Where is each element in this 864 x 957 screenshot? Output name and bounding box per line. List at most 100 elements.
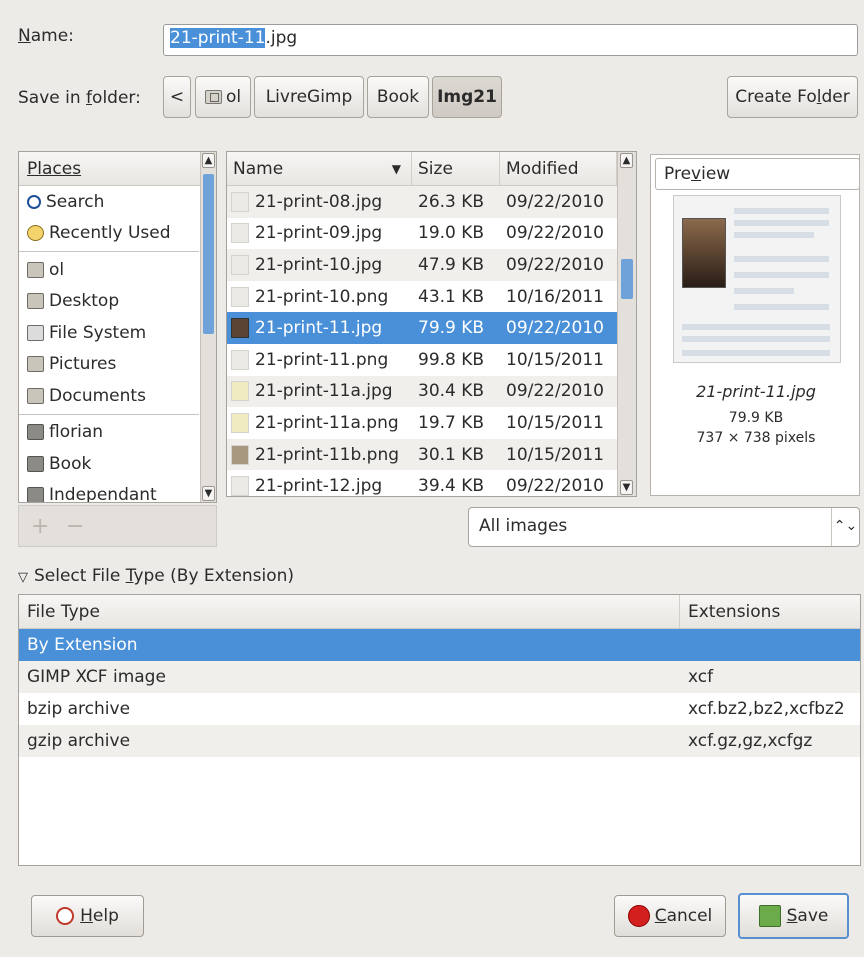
file-type-row[interactable]: GIMP XCF image xcf	[19, 661, 860, 693]
save-button[interactable]: Save	[738, 893, 849, 939]
file-row[interactable]: 21-print-11a.jpg 30.4 KB 09/22/2010	[227, 375, 617, 408]
file-thumbnail-icon	[231, 318, 249, 339]
file-thumbnail-icon	[231, 191, 249, 212]
filename-selected-text: 21-print-11	[170, 28, 266, 48]
file-row[interactable]: 21-print-12.jpg 39.4 KB 09/22/2010	[227, 470, 617, 496]
column-file-type-header[interactable]: File Type	[19, 595, 680, 628]
scroll-up-arrow-icon[interactable]: ▲	[202, 153, 215, 168]
cancel-icon	[627, 905, 650, 927]
help-button[interactable]: Help	[31, 895, 144, 937]
file-thumbnail-icon	[231, 476, 249, 496]
file-type-row[interactable]: bzip archive xcf.bz2,bz2,xcfbz2	[19, 693, 860, 725]
place-documents[interactable]: Documents	[19, 380, 201, 412]
places-sidebar: Places Search Recently Used ol Desktop F…	[18, 151, 217, 503]
places-button-bar: + −	[18, 505, 217, 547]
preview-file-size: 79.9 KB	[728, 410, 784, 426]
place-search[interactable]: Search	[19, 186, 201, 218]
places-scroll-thumb[interactable]	[203, 174, 214, 334]
expander-triangle-icon: ▽	[18, 570, 28, 585]
file-thumbnail-icon	[231, 381, 249, 402]
path-button-label: Book	[376, 87, 420, 107]
file-row[interactable]: 21-print-10.jpg 47.9 KB 09/22/2010	[227, 249, 617, 281]
scroll-up-arrow-icon[interactable]: ▲	[620, 153, 633, 168]
file-type-row-selected[interactable]: By Extension	[19, 629, 860, 661]
name-label: Name:	[18, 26, 74, 46]
file-thumbnail-icon	[231, 412, 249, 433]
desktop-icon	[27, 293, 44, 310]
file-row[interactable]: 21-print-11.png 99.8 KB 10/15/2011	[227, 344, 617, 376]
file-row[interactable]: 21-print-08.jpg 26.3 KB 09/22/2010	[227, 186, 617, 218]
path-back-button[interactable]: <	[163, 76, 191, 118]
remove-bookmark-button[interactable]: −	[66, 514, 84, 539]
save-icon	[758, 905, 781, 927]
file-list-header: Name ▼ Size Modified	[227, 152, 617, 186]
help-icon	[56, 907, 75, 925]
file-filter-value: All images	[479, 516, 568, 536]
file-type-expander[interactable]: ▽ Select File Type (By Extension)	[18, 566, 294, 586]
places-header[interactable]: Places	[19, 152, 201, 186]
recent-icon	[27, 225, 44, 242]
file-thumbnail-icon	[231, 286, 249, 307]
preview-title: Preview	[655, 158, 860, 190]
preview-panel: Preview 21-print-11.jpg 79.9 KB 737 × 73…	[650, 154, 860, 496]
preview-photo	[682, 218, 726, 288]
scroll-down-arrow-icon[interactable]: ▼	[202, 486, 215, 501]
preview-filename: 21-print-11.jpg	[696, 382, 816, 401]
file-list-scrollbar[interactable]: ▲ ▼	[617, 152, 636, 496]
folder-icon	[27, 455, 44, 472]
place-book[interactable]: Book	[19, 448, 201, 480]
drive-icon	[27, 324, 44, 341]
column-modified-header[interactable]: Modified	[500, 152, 617, 185]
file-type-row[interactable]: gzip archive xcf.gz,gz,xcfgz	[19, 725, 860, 757]
place-file-system[interactable]: File System	[19, 317, 201, 349]
file-type-header: File Type Extensions	[19, 595, 860, 629]
places-separator	[19, 251, 199, 252]
file-row-selected[interactable]: 21-print-11.jpg 79.9 KB 09/22/2010	[227, 312, 617, 344]
cancel-button[interactable]: Cancel	[614, 895, 726, 937]
file-row[interactable]: 21-print-11b.png 30.1 KB 10/15/2011	[227, 438, 617, 471]
file-thumbnail-icon	[231, 444, 249, 465]
file-thumbnail-icon	[231, 254, 249, 275]
folder-icon	[27, 424, 44, 441]
column-name-header[interactable]: Name ▼	[227, 152, 412, 185]
path-button-label: Img21	[437, 87, 497, 107]
file-row[interactable]: 21-print-11a.png 19.7 KB 10/15/2011	[227, 407, 617, 439]
create-folder-button[interactable]: Create Fo l der	[727, 76, 858, 118]
place-recently-used[interactable]: Recently Used	[19, 218, 201, 250]
file-list: Name ▼ Size Modified 21-print-08.jpg 26.3 …	[226, 151, 637, 497]
file-thumbnail-icon	[231, 223, 249, 244]
path-button-livregimp[interactable]: LivreGimp	[254, 76, 364, 118]
file-filter-combo[interactable]: All images ⌃⌄	[468, 507, 860, 547]
places-separator	[19, 413, 199, 415]
place-ol[interactable]: ol	[19, 254, 201, 286]
place-desktop[interactable]: Desktop	[19, 286, 201, 318]
file-row[interactable]: 21-print-09.jpg 19.0 KB 09/22/2010	[227, 218, 617, 250]
place-independant[interactable]: Independant	[19, 480, 201, 502]
path-button-ol[interactable]: ol	[195, 76, 251, 118]
sort-chevron-down-icon: ▼	[391, 161, 401, 176]
path-button-img21[interactable]: Img21	[432, 76, 502, 118]
place-pictures[interactable]: Pictures	[19, 349, 201, 381]
preview-dimensions: 737 × 738 pixels	[696, 430, 816, 446]
filename-extension-text: .jpg	[265, 28, 298, 48]
search-icon	[27, 194, 41, 209]
places-scrollbar[interactable]: ▲ ▼	[200, 152, 216, 502]
path-button-label: LivreGimp	[265, 87, 353, 107]
add-bookmark-button[interactable]: +	[31, 514, 49, 539]
save-in-folder-label: Save in folder:	[18, 88, 141, 108]
home-folder-icon	[27, 261, 44, 278]
file-list-scroll-thumb[interactable]	[621, 259, 633, 299]
place-florian[interactable]: florian	[19, 417, 201, 449]
file-type-table: File Type Extensions By Extension GIMP X…	[18, 594, 861, 866]
pictures-folder-icon	[27, 356, 44, 373]
home-folder-icon	[204, 90, 222, 104]
documents-folder-icon	[27, 387, 44, 404]
file-thumbnail-icon	[231, 349, 249, 370]
file-row[interactable]: 21-print-10.png 43.1 KB 10/16/2011	[227, 281, 617, 313]
chevron-left-icon: <	[169, 87, 185, 107]
filename-input[interactable]: 21-print-11.jpg	[163, 24, 858, 56]
scroll-down-arrow-icon[interactable]: ▼	[620, 480, 633, 495]
path-button-book[interactable]: Book	[367, 76, 429, 118]
column-size-header[interactable]: Size	[412, 152, 500, 185]
column-extensions-header[interactable]: Extensions	[680, 595, 860, 628]
